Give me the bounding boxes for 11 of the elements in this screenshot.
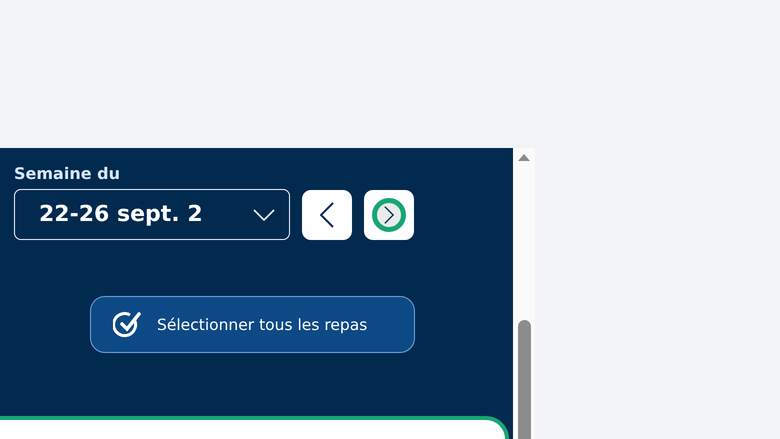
scroll-up-icon[interactable] <box>518 154 530 161</box>
previous-button[interactable] <box>302 190 352 240</box>
chevron-left-icon <box>320 202 334 228</box>
select-all-button[interactable]: Sélectionner tous les repas <box>90 296 415 353</box>
check-circle-icon <box>113 310 143 340</box>
next-button[interactable] <box>364 190 414 240</box>
week-select[interactable]: 22-26 sept. 2 <box>14 189 290 240</box>
scrollbar-thumb[interactable] <box>518 320 530 439</box>
chevron-right-icon <box>384 206 394 224</box>
chevron-down-icon <box>253 208 275 220</box>
week-label: Semaine du <box>14 164 121 183</box>
